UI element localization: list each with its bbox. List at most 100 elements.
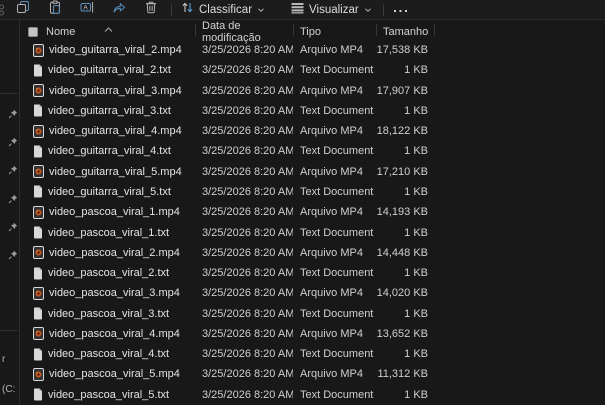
file-row[interactable]: video_pascoa_viral_2.mp4 3/25/2026 8:20 A… [20,243,605,263]
column-divider[interactable] [293,24,294,36]
column-divider[interactable] [434,24,435,36]
delete-button[interactable] [135,1,167,19]
file-modified-date: 3/25/2026 8:20 AM [202,327,293,340]
select-all-checkbox[interactable] [28,27,38,37]
file-name: video_pascoa_viral_2.txt [48,267,170,280]
file-type: Text Document [300,185,374,198]
file-size: 14,020 KB [376,287,428,300]
file-row[interactable]: video_pascoa_viral_2.txt 3/25/2026 8:20 A… [20,263,605,283]
nav-separator [0,330,18,331]
file-size: 1 KB [404,348,428,361]
file-list: Nome Data de modificação Tipo Tamanho vi… [20,20,605,405]
file-type: Arquivo MP4 [300,368,363,381]
column-header-name[interactable]: Nome [20,20,195,44]
file-size: 1 KB [404,307,428,320]
file-type: Text Document [300,348,374,361]
rename-button[interactable]: A [71,1,103,19]
file-size: 1 KB [404,185,428,198]
file-modified-date: 3/25/2026 8:20 AM [202,185,293,198]
column-header-type[interactable]: Tipo [293,20,376,44]
file-size: 1 KB [404,267,428,280]
file-row[interactable]: video_guitarra_viral_3.txt 3/25/2026 8:20… [20,101,605,121]
file-type: Text Document [300,307,374,320]
file-name: video_pascoa_viral_3.mp4 [49,287,180,300]
mp4-file-icon [33,84,44,98]
file-modified-date: 3/25/2026 8:20 AM [202,368,293,381]
column-header-size[interactable]: Tamanho [376,20,434,44]
details-view-icon [291,1,304,19]
file-size: 1 KB [404,388,428,401]
trash-icon [144,0,158,19]
file-size: 1 KB [404,145,428,158]
mp4-file-icon [33,43,44,57]
file-size: 17,538 KB [376,44,428,57]
file-modified-date: 3/25/2026 8:20 AM [202,206,293,219]
file-row[interactable]: video_pascoa_viral_4.mp4 3/25/2026 8:20 A… [20,324,605,344]
file-modified-date: 3/25/2026 8:20 AM [202,307,293,320]
file-type: Arquivo MP4 [300,246,363,259]
sort-dropdown[interactable]: Classificar [176,1,270,19]
pinned-icon [8,134,18,147]
see-more-button[interactable] [388,1,414,19]
mp4-file-icon [33,165,44,179]
nav-label-fragment[interactable]: (C: [2,384,15,395]
file-name: video_guitarra_viral_3.mp4 [49,84,182,97]
view-dropdown[interactable]: Visualizar [286,1,377,19]
file-modified-date: 3/25/2026 8:20 AM [202,165,293,178]
file-row[interactable]: video_guitarra_viral_2.txt 3/25/2026 8:20… [20,60,605,80]
file-row[interactable]: video_pascoa_viral_5.mp4 3/25/2026 8:20 A… [20,364,605,384]
file-name: video_pascoa_viral_4.mp4 [49,327,180,340]
chevron-down-icon [257,1,265,19]
file-size: 14,193 KB [376,206,428,219]
txt-file-icon [33,226,43,239]
file-name: video_pascoa_viral_5.txt [48,388,170,401]
file-type: Arquivo MP4 [300,84,363,97]
column-header-modified[interactable]: Data de modificação [195,20,293,44]
file-type: Arquivo MP4 [300,165,363,178]
column-divider[interactable] [376,24,377,36]
pinned-icon [8,191,18,203]
file-modified-date: 3/25/2026 8:20 AM [202,84,293,97]
file-row[interactable]: video_guitarra_viral_5.txt 3/25/2026 8:20… [20,182,605,202]
share-button[interactable] [103,1,135,19]
file-size: 17,907 KB [376,84,428,97]
file-row[interactable]: video_pascoa_viral_3.mp4 3/25/2026 8:20 A… [20,283,605,303]
mp4-file-icon [33,246,44,260]
sort-dropdown-label: Classificar [199,3,253,16]
file-name: video_pascoa_viral_1.mp4 [49,206,180,219]
file-row[interactable]: video_guitarra_viral_3.mp4 3/25/2026 8:20… [20,81,605,101]
file-size: 17,210 KB [376,165,428,178]
copy-icon [16,0,30,19]
file-row[interactable]: video_pascoa_viral_4.txt 3/25/2026 8:20 A… [20,344,605,364]
file-name: video_guitarra_viral_5.txt [48,185,171,198]
file-modified-date: 3/25/2026 8:20 AM [202,44,293,57]
file-name: video_pascoa_viral_4.txt [48,348,170,361]
mp4-file-icon [33,124,44,138]
file-row[interactable]: video_guitarra_viral_5.mp4 3/25/2026 8:20… [20,162,605,182]
file-type: Text Document [300,104,374,117]
copy-button[interactable] [7,1,39,19]
paste-button[interactable] [39,0,71,19]
column-divider[interactable] [195,24,196,36]
nav-separator [0,93,18,94]
file-type: Arquivo MP4 [300,206,363,219]
file-size: 1 KB [404,64,428,77]
view-dropdown-label: Visualizar [309,3,359,16]
nav-label-fragment[interactable]: r [2,354,5,365]
file-type: Text Document [300,64,374,77]
file-row[interactable]: video_guitarra_viral_4.txt 3/25/2026 8:20… [20,141,605,161]
file-row[interactable]: video_pascoa_viral_1.txt 3/25/2026 8:20 A… [20,222,605,242]
file-rows-container: video_guitarra_viral_2.mp4 3/25/2026 8:20… [20,40,605,405]
mp4-file-icon [33,327,44,341]
file-name: video_pascoa_viral_5.mp4 [49,368,180,381]
file-row[interactable]: video_guitarra_viral_4.mp4 3/25/2026 8:20… [20,121,605,141]
file-modified-date: 3/25/2026 8:20 AM [202,145,293,158]
file-type: Text Document [300,145,374,158]
file-row[interactable]: video_pascoa_viral_5.txt 3/25/2026 8:20 A… [20,385,605,405]
file-name: video_pascoa_viral_2.mp4 [49,246,180,259]
chevron-down-icon [364,1,372,19]
file-row[interactable]: video_pascoa_viral_3.txt 3/25/2026 8:20 A… [20,303,605,323]
sort-arrows-icon [181,1,194,19]
file-row[interactable]: video_pascoa_viral_1.mp4 3/25/2026 8:20 A… [20,202,605,222]
navigation-pane-edge: r (C: [0,20,20,405]
